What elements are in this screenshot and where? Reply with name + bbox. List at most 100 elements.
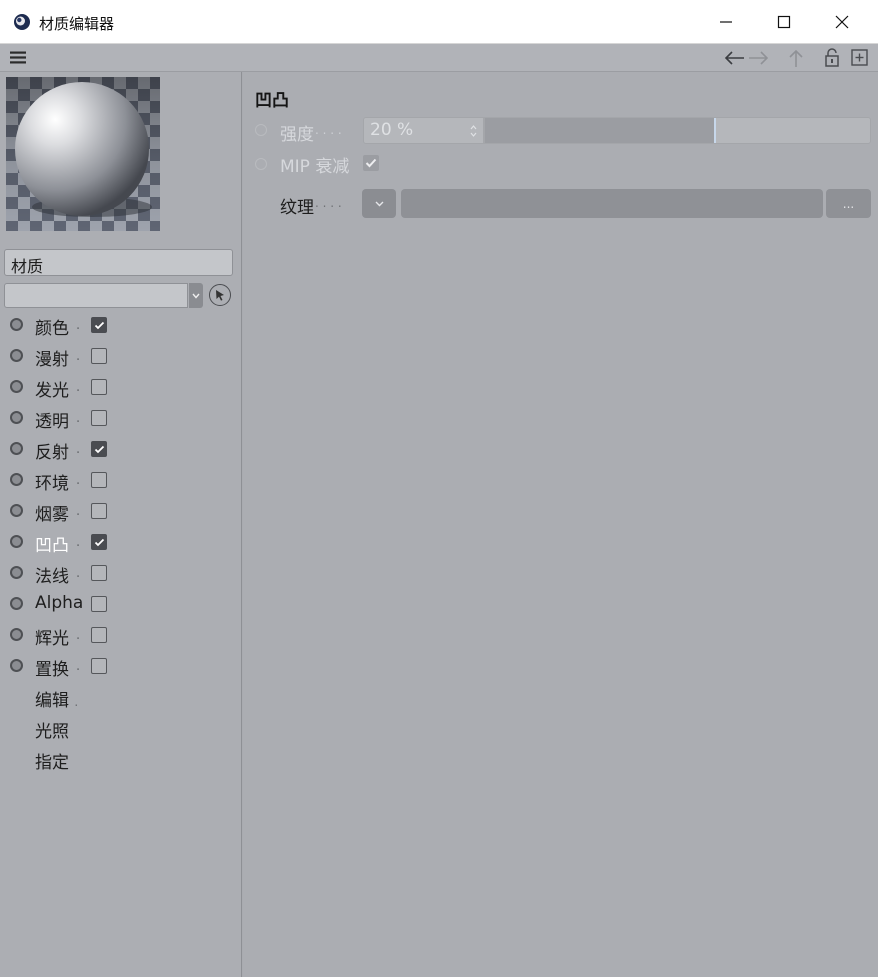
check-icon — [365, 158, 377, 168]
texture-dots: . . . . — [315, 196, 342, 210]
hamburger-icon[interactable] — [9, 50, 27, 65]
channel-checkbox[interactable] — [91, 379, 107, 395]
strength-slider-fill — [485, 118, 716, 143]
channel-checkbox[interactable] — [91, 534, 107, 550]
channel-item[interactable]: 法线. — [6, 558, 238, 589]
channel-label[interactable]: 漫射 — [35, 345, 69, 370]
channel-radio[interactable] — [10, 318, 23, 331]
lighting-item[interactable]: 光照 — [35, 717, 69, 742]
channel-label[interactable]: 透明 — [35, 407, 69, 432]
channel-label[interactable]: 环境 — [35, 469, 69, 494]
channel-label[interactable]: 置换 — [35, 655, 69, 680]
material-selector-dropdown[interactable] — [4, 283, 188, 308]
channel-dots: . — [76, 659, 81, 674]
channel-dots: . — [76, 566, 81, 581]
arrow-left-icon[interactable] — [723, 50, 745, 66]
channel-item[interactable]: 透明. — [6, 403, 238, 434]
channel-label[interactable]: 烟雾 — [35, 500, 69, 525]
channel-item[interactable]: Alpha — [6, 589, 238, 620]
channel-checkbox[interactable] — [91, 658, 107, 674]
channel-label[interactable]: 发光 — [35, 376, 69, 401]
cinema4d-logo-icon — [14, 14, 30, 30]
channel-radio[interactable] — [10, 504, 23, 517]
strength-input[interactable]: 20 % — [363, 117, 484, 144]
check-icon — [94, 538, 104, 546]
assign-item[interactable]: 指定 — [35, 748, 69, 773]
material-name-field[interactable]: 材质 — [4, 249, 233, 276]
strength-label: 强度 — [280, 125, 314, 145]
channel-dots: . — [76, 411, 81, 426]
channel-item[interactable]: 置换. — [6, 651, 238, 682]
title-bar: 材质编辑器 — [0, 0, 878, 44]
keyframe-radio[interactable] — [255, 124, 267, 136]
channel-dots: . — [76, 535, 81, 550]
channel-radio[interactable] — [10, 566, 23, 579]
channel-label[interactable]: 颜色 — [35, 314, 69, 339]
channel-dots: . — [76, 349, 81, 364]
check-icon — [94, 445, 104, 453]
close-button[interactable] — [813, 0, 871, 44]
channel-item[interactable]: 反射. — [6, 434, 238, 465]
channel-dots: . — [76, 504, 81, 519]
channel-checkbox[interactable] — [91, 503, 107, 519]
channel-item[interactable]: 发光. — [6, 372, 238, 403]
channel-checkbox[interactable] — [91, 348, 107, 364]
strength-row: 强度 . . . . 20 % — [255, 117, 871, 145]
channel-checkbox[interactable] — [91, 472, 107, 488]
chevron-down-icon[interactable] — [189, 283, 203, 308]
window-title: 材质编辑器 — [39, 15, 115, 33]
channel-dots: . — [76, 380, 81, 395]
channel-radio[interactable] — [10, 380, 23, 393]
channel-radio[interactable] — [10, 597, 23, 610]
keyframe-radio[interactable] — [255, 158, 267, 170]
minimize-button[interactable] — [697, 0, 755, 44]
texture-field[interactable] — [401, 189, 823, 218]
mip-label: MIP 衰减 — [280, 157, 350, 177]
channel-checkbox[interactable] — [91, 565, 107, 581]
new-window-icon[interactable] — [851, 49, 868, 66]
channel-label[interactable]: 凹凸 — [35, 531, 69, 556]
channel-checkbox[interactable] — [91, 410, 107, 426]
arrow-up-icon[interactable] — [788, 48, 804, 68]
channel-checkbox[interactable] — [91, 317, 107, 333]
strength-dots: . . . . — [315, 123, 342, 137]
cursor-picker-icon[interactable] — [209, 284, 231, 306]
arrow-right-icon[interactable] — [748, 50, 770, 66]
channel-dots: . — [76, 473, 81, 488]
channel-radio[interactable] — [10, 473, 23, 486]
channel-radio[interactable] — [10, 411, 23, 424]
attributes-panel: 凹凸 强度 . . . . 20 % MIP 衰减 纹理 . . . . ... — [243, 72, 878, 977]
channel-dots: . — [76, 628, 81, 643]
channel-item[interactable]: 环境. — [6, 465, 238, 496]
mip-checkbox[interactable] — [363, 155, 379, 171]
texture-browse-button[interactable]: ... — [826, 189, 871, 218]
channel-item[interactable]: 凹凸. — [6, 527, 238, 558]
channel-checkbox[interactable] — [91, 627, 107, 643]
channel-checkbox[interactable] — [91, 596, 107, 612]
stepper-arrows-icon[interactable] — [470, 125, 477, 137]
strength-slider[interactable] — [484, 117, 871, 144]
channel-item[interactable]: 辉光. — [6, 620, 238, 651]
channel-label[interactable]: 反射 — [35, 438, 69, 463]
texture-menu-button[interactable] — [362, 189, 396, 218]
channel-dots: . — [76, 318, 81, 333]
channel-label[interactable]: 辉光 — [35, 624, 69, 649]
maximize-button[interactable] — [755, 0, 813, 44]
channel-item[interactable]: 颜色. — [6, 310, 238, 341]
channel-item[interactable]: 烟雾. — [6, 496, 238, 527]
channel-radio[interactable] — [10, 442, 23, 455]
channel-label[interactable]: Alpha — [35, 593, 83, 613]
texture-label: 纹理 — [280, 198, 314, 218]
channel-radio[interactable] — [10, 659, 23, 672]
toolbar — [0, 44, 878, 72]
channel-radio[interactable] — [10, 628, 23, 641]
material-preview[interactable] — [6, 77, 160, 231]
channel-checkbox[interactable] — [91, 441, 107, 457]
texture-row: 纹理 . . . . ... — [255, 188, 871, 218]
edit-item[interactable]: 编辑 . — [35, 686, 78, 711]
channel-label[interactable]: 法线 — [35, 562, 69, 587]
lock-icon[interactable] — [824, 48, 840, 67]
channel-radio[interactable] — [10, 349, 23, 362]
channel-item[interactable]: 漫射. — [6, 341, 238, 372]
channel-radio[interactable] — [10, 535, 23, 548]
